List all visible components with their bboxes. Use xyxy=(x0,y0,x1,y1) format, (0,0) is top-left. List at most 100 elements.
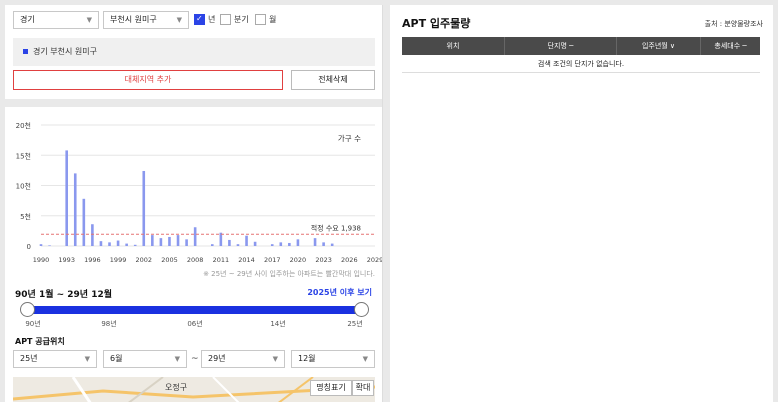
period-slider-track[interactable] xyxy=(27,306,361,314)
province-select[interactable]: 경기 ▼ xyxy=(13,11,99,29)
y-tick-label: 0 xyxy=(27,243,31,251)
reference-line-label: 적정 수요 1,938 xyxy=(311,223,361,232)
chart-bar xyxy=(125,243,128,246)
chart-bar xyxy=(228,239,231,246)
province-select-value: 경기 xyxy=(20,15,35,24)
selected-region-item[interactable]: 경기 부천시 원미구 xyxy=(13,38,375,66)
map-zoom-in-button[interactable]: 확대 xyxy=(352,380,374,396)
district-select-value: 부천시 원미구 xyxy=(110,15,157,24)
supply-bar-chart: 20천 15천 10천 5천 01990 1993 1996 1999 2002 2005 2008… xyxy=(16,121,383,264)
table-empty-message: 검색 조건의 단지가 없습니다. xyxy=(402,55,760,73)
district-select[interactable]: 부천시 원미구 ▼ xyxy=(103,11,189,29)
chart-bar xyxy=(133,244,137,246)
y-tick-label: 10천 xyxy=(16,182,31,191)
section-divider xyxy=(5,99,382,107)
slider-tick: 06년 xyxy=(187,320,203,328)
chart-bar xyxy=(65,150,68,246)
y-tick-label: 20천 xyxy=(16,121,31,130)
column-move-in-date[interactable]: 입주년월 ∨ xyxy=(617,37,701,55)
chart-note: ※ 25년 ~ 29년 사이 입주하는 아파트는 빨간막대 입니다. xyxy=(203,270,375,278)
supply-from-year-select[interactable]: 25년 ▼ xyxy=(13,350,97,368)
slider-tick: 14년 xyxy=(270,320,286,328)
chart-bar xyxy=(108,242,111,246)
supply-from-month-select[interactable]: 6월 ▼ xyxy=(103,350,187,368)
x-tick-label: 1996 xyxy=(84,256,101,264)
x-tick-label: 2020 xyxy=(290,256,307,264)
chart-bar xyxy=(39,244,43,246)
map-place-label: 오정구 xyxy=(165,383,188,392)
chart-bar xyxy=(48,245,51,246)
chart-bar xyxy=(279,242,283,246)
slider-tick: 90년 xyxy=(25,320,41,328)
x-tick-label: 2017 xyxy=(264,256,281,264)
column-location[interactable]: 위치 xyxy=(402,37,505,55)
period-slider-start-handle[interactable] xyxy=(20,302,35,317)
chart-bar xyxy=(73,173,77,246)
column-total-households[interactable]: 총세대수 ─ xyxy=(701,37,760,55)
supply-from-month-value: 6월 xyxy=(110,354,123,363)
chart-bar xyxy=(168,236,171,246)
chevron-down-icon: ▼ xyxy=(86,16,92,24)
view-after-2025-link[interactable]: 2025년 이후 보기 xyxy=(307,287,372,298)
map-label-toggle-button[interactable]: 명칭표기 xyxy=(310,380,352,396)
checkbox-icon xyxy=(220,14,231,25)
add-compare-region-button[interactable]: 대체지역 추가 xyxy=(13,70,283,90)
checkbox-icon xyxy=(255,14,266,25)
period-month-checkbox[interactable]: 월 xyxy=(255,14,276,25)
region-color-marker xyxy=(23,49,28,54)
slider-tick: 25년 xyxy=(347,320,363,328)
chart-bar xyxy=(313,238,317,246)
x-tick-label: 2011 xyxy=(213,256,230,264)
supply-to-year-value: 29년 xyxy=(208,354,226,363)
chevron-down-icon: ▼ xyxy=(272,355,278,363)
right-panel: APT 입주물량 출처 : 분양물량조사 위치 단지명 ─ 입주년월 ∨ 총세대… xyxy=(390,5,773,402)
x-tick-label: 2002 xyxy=(135,256,152,264)
chart-bar xyxy=(159,238,163,246)
chart-bar xyxy=(176,235,180,246)
chevron-down-icon: ▼ xyxy=(362,355,368,363)
chart-bar xyxy=(99,241,103,246)
chart-bar xyxy=(91,224,94,246)
chart-bar xyxy=(210,244,214,246)
chart-bar xyxy=(270,244,274,246)
chart-bar xyxy=(236,244,240,246)
period-year-checkbox[interactable]: 년 xyxy=(194,14,215,25)
period-year-label: 년 xyxy=(208,15,216,24)
chart-bar xyxy=(322,242,325,246)
delete-all-button[interactable]: 전체삭제 xyxy=(291,70,375,90)
chart-bar xyxy=(185,239,188,246)
period-slider-end-handle[interactable] xyxy=(354,302,369,317)
left-panel: 경기 ▼ 부천시 원미구 ▼ 년 분기 월 경기 부천시 원미구 대체지역 추가… xyxy=(5,5,383,402)
range-separator: ~ xyxy=(191,354,199,364)
y-tick-label: 15천 xyxy=(16,151,31,160)
x-tick-label: 1990 xyxy=(33,256,50,264)
chart-bar xyxy=(288,242,291,246)
x-tick-label: 2026 xyxy=(341,256,358,264)
period-month-label: 월 xyxy=(269,15,277,24)
supply-chart: 20천 15천 10천 5천 0 1990 1993 1996 1999 2002 2005 2008… xyxy=(5,115,383,285)
chevron-down-icon: ▼ xyxy=(84,355,90,363)
period-quarter-checkbox[interactable]: 분기 xyxy=(220,14,249,25)
chart-bar xyxy=(330,243,334,246)
checkbox-checked-icon xyxy=(194,14,205,25)
apt-move-in-title: APT 입주물량 xyxy=(402,17,471,30)
supply-to-month-value: 12월 xyxy=(298,354,316,363)
chart-bar xyxy=(245,235,248,246)
x-tick-label: 2005 xyxy=(161,256,178,264)
x-tick-label: 1993 xyxy=(58,256,75,264)
chart-bar xyxy=(82,198,86,246)
x-tick-label: 2029 xyxy=(367,256,383,264)
column-complex-name[interactable]: 단지명 ─ xyxy=(505,37,617,55)
table-header: 위치 단지명 ─ 입주년월 ∨ 총세대수 ─ xyxy=(402,37,760,55)
supply-to-year-select[interactable]: 29년 ▼ xyxy=(201,350,285,368)
chart-bar xyxy=(116,240,120,246)
y-tick-label: 5천 xyxy=(20,212,31,221)
supply-to-month-select[interactable]: 12월 ▼ xyxy=(291,350,375,368)
x-tick-label: 1999 xyxy=(110,256,127,264)
slider-tick: 98년 xyxy=(101,320,117,328)
region-label: 경기 부천시 원미구 xyxy=(33,47,97,56)
supply-map[interactable]: 오정구 명칭표기 확대 xyxy=(13,377,375,402)
supply-from-year-value: 25년 xyxy=(20,354,38,363)
data-source: 출처 : 분양물량조사 xyxy=(704,20,763,28)
x-tick-label: 2014 xyxy=(238,256,255,264)
